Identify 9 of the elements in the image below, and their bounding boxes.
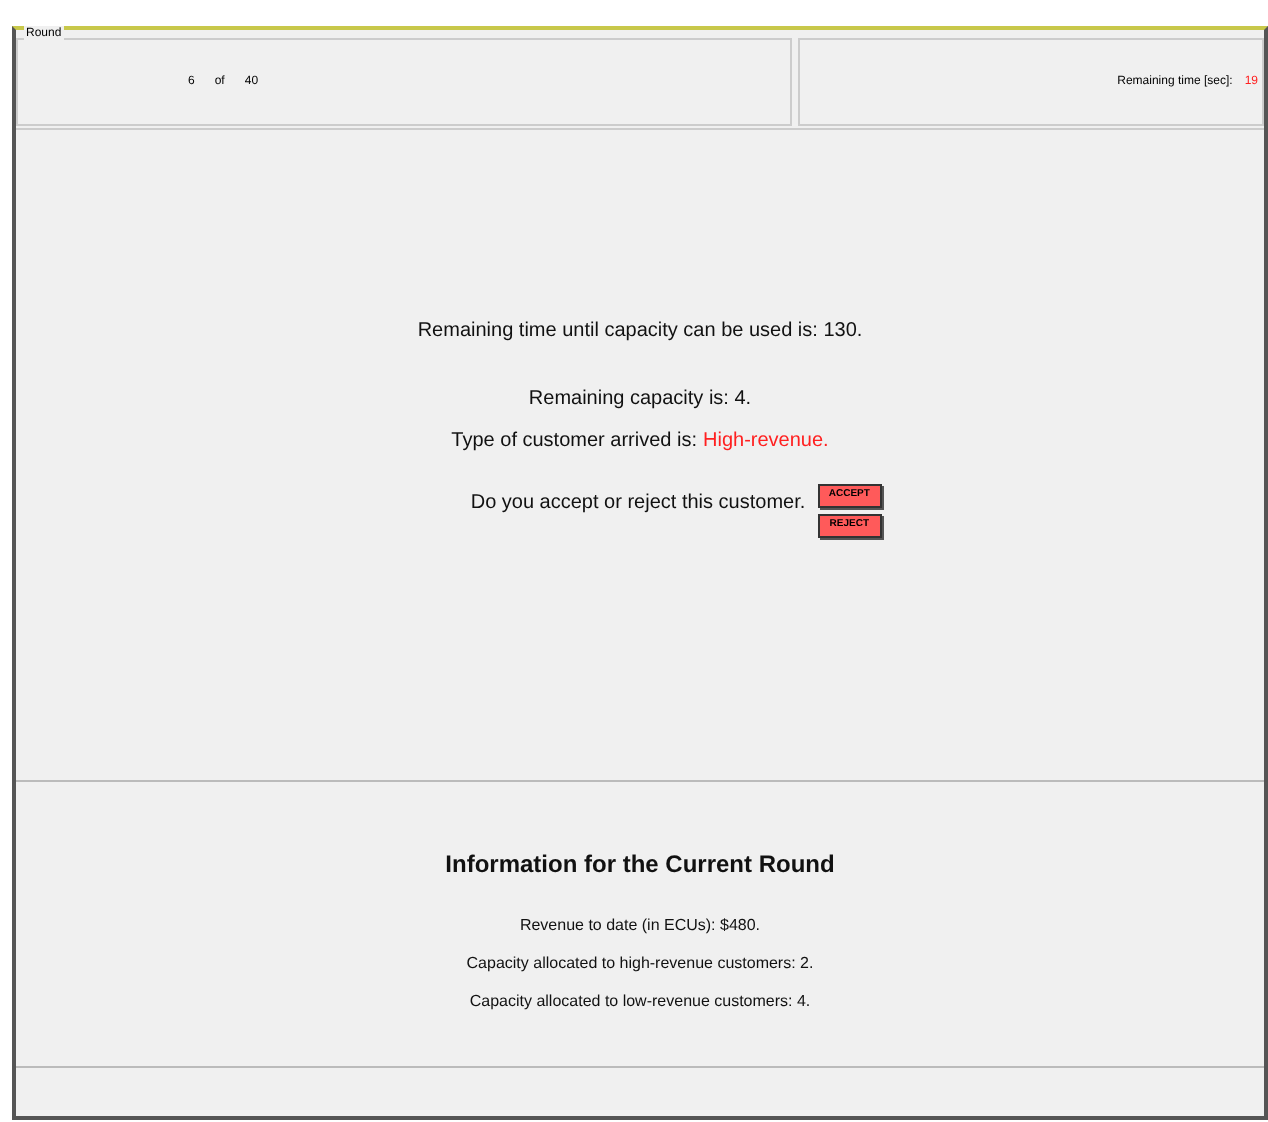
customer-type-label: Type of customer arrived is: bbox=[451, 428, 697, 456]
info-line: Capacity allocated to low-revenue customers: 4. bbox=[469, 990, 811, 1014]
time-remaining-text: Remaining time until capacity can be used is: 130. bbox=[417, 318, 863, 346]
info-line: Capacity allocated to high-revenue customers: 2. bbox=[466, 952, 814, 976]
info-line: Revenue to date (in ECUs): $480. bbox=[519, 914, 761, 938]
customer-type-value: High-revenue. bbox=[703, 428, 829, 456]
info-heading: Information for the Current Round bbox=[445, 848, 835, 882]
question-text: Do you accept or reject this customer. bbox=[470, 490, 806, 518]
capacity-text: Remaining capacity is: 4. bbox=[528, 386, 752, 414]
